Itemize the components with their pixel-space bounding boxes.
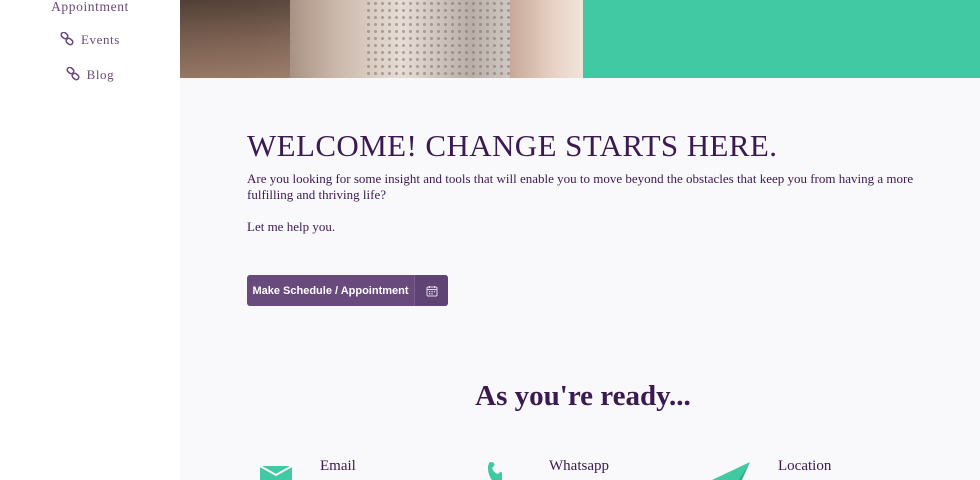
- page: Appointment Events Blog WELCOME! CHANGE …: [0, 0, 980, 480]
- make-appointment-button[interactable]: Make Schedule / Appointment: [247, 275, 448, 306]
- main-content: WELCOME! CHANGE STARTS HERE. Are you loo…: [180, 78, 980, 480]
- make-appointment-label: Make Schedule / Appointment: [252, 284, 409, 297]
- envelope-icon: [258, 462, 294, 480]
- hero-photo-hair: [180, 0, 290, 78]
- phone-icon: [486, 462, 502, 480]
- sidebar: Appointment Events Blog: [0, 0, 180, 480]
- sidebar-item-events[interactable]: Events: [0, 31, 180, 48]
- intro-text: Are you looking for some insight and too…: [247, 171, 914, 202]
- sidebar-item-label: Appointment: [51, 0, 129, 14]
- paper-plane-icon: [712, 462, 750, 480]
- sidebar-item-label: Events: [80, 32, 120, 47]
- link-icon: [66, 66, 80, 81]
- ready-heading: As you're ready...: [475, 380, 691, 412]
- page-title: WELCOME! CHANGE STARTS HERE.: [247, 128, 778, 163]
- contact-whatsapp-label[interactable]: Whatsapp: [549, 458, 609, 475]
- link-icon: [60, 31, 74, 46]
- help-text: Let me help you.: [247, 219, 336, 234]
- hero-photo: [180, 0, 583, 78]
- sidebar-item-blog[interactable]: Blog: [0, 66, 180, 83]
- hero-accent-panel: [583, 0, 980, 78]
- contact-location-label[interactable]: Location: [778, 458, 831, 475]
- sidebar-item-appointment[interactable]: Appointment: [0, 0, 180, 15]
- hero-photo-pattern: [365, 0, 515, 78]
- hero-photo-skin: [510, 0, 583, 78]
- sidebar-item-label: Blog: [86, 67, 115, 82]
- calendar-icon: [414, 275, 448, 306]
- contact-email-label[interactable]: Email: [320, 458, 356, 475]
- hero-banner: [180, 0, 980, 78]
